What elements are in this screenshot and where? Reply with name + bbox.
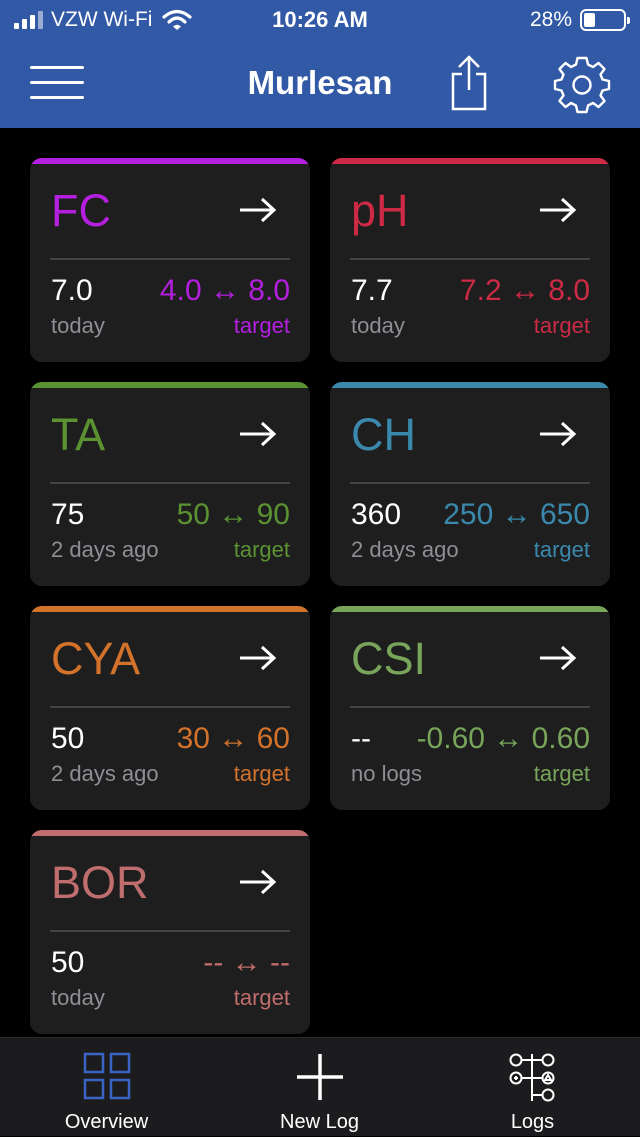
status-bar: VZW Wi-Fi 10:26 AM 28% (0, 0, 640, 40)
card-target-range: 50 ↔ 90 (176, 498, 290, 531)
card-accent (30, 382, 310, 388)
card-title: TA (51, 409, 106, 460)
divider (350, 258, 590, 260)
tab-label: Logs (510, 1111, 555, 1133)
arrow-right-icon (240, 197, 277, 223)
card-value: 75 (51, 498, 85, 531)
divider (350, 482, 590, 484)
grid-icon (83, 1052, 130, 1100)
battery-icon (580, 9, 630, 31)
card-target-range: 250 ↔ 650 (443, 498, 590, 531)
card-title: FC (51, 185, 111, 236)
card-target-range: -0.60 ↔ 0.60 (416, 722, 590, 755)
card-target-range: 7.2 ↔ 8.0 (459, 274, 590, 307)
divider (50, 706, 290, 708)
card-value: 7.0 (51, 274, 93, 307)
card-ch[interactable]: CH 360 250 ↔ 650 2 days ago target (330, 382, 610, 586)
card-target-label: target (233, 313, 290, 338)
card-accent (330, 158, 610, 164)
card-target-label: target (533, 761, 590, 786)
card-cya[interactable]: CYA 50 30 ↔ 60 2 days ago target (30, 606, 310, 810)
arrow-right-icon (540, 645, 577, 671)
card-target-label: target (233, 985, 290, 1010)
card-accent (30, 606, 310, 612)
card-title: BOR (51, 857, 149, 908)
card-value: -- (351, 722, 371, 755)
card-bor[interactable]: BOR 50 -- ↔ -- today target (30, 830, 310, 1034)
card-target-label: target (533, 313, 590, 338)
tab-label: New Log (280, 1111, 359, 1133)
card-target-label: target (533, 537, 590, 562)
tab-overview[interactable]: Overview (0, 1038, 213, 1137)
card-ph[interactable]: pH 7.7 7.2 ↔ 8.0 today target (330, 158, 610, 362)
card-target-range: 4.0 ↔ 8.0 (159, 274, 290, 307)
card-title: pH (351, 185, 409, 236)
card-last-log: today (51, 985, 105, 1010)
card-accent (330, 382, 610, 388)
logs-icon (509, 1053, 554, 1102)
card-title: CSI (351, 633, 427, 684)
card-title: CYA (51, 633, 141, 684)
divider (50, 930, 290, 932)
divider (50, 482, 290, 484)
page-title: Murlesan (247, 64, 393, 101)
card-target-label: target (233, 761, 290, 786)
arrow-right-icon (540, 421, 577, 447)
card-last-log: 2 days ago (51, 537, 159, 562)
tab-logs[interactable]: Logs (426, 1038, 639, 1137)
card-last-log: today (51, 313, 105, 338)
divider (350, 706, 590, 708)
gear-icon (553, 56, 611, 114)
app-header: VZW Wi-Fi 10:26 AM 28% Murlesan (0, 0, 640, 128)
card-target-range: -- ↔ -- (203, 946, 290, 979)
card-csi[interactable]: CSI -- -0.60 ↔ 0.60 no logs target (330, 606, 610, 810)
card-last-log: no logs (351, 761, 422, 786)
card-value: 50 (51, 722, 85, 755)
card-accent (30, 158, 310, 164)
tab-bar: Overview New Log Logs (0, 1037, 640, 1136)
card-value: 7.7 (351, 274, 393, 307)
card-accent (330, 606, 610, 612)
nav-bar: Murlesan (0, 40, 640, 128)
card-accent (30, 830, 310, 836)
arrow-right-icon (240, 645, 277, 671)
card-last-log: 2 days ago (351, 537, 459, 562)
share-button[interactable] (448, 54, 490, 112)
arrow-right-icon (540, 197, 577, 223)
card-title: CH (351, 409, 416, 460)
share-icon (451, 55, 487, 111)
divider (50, 258, 290, 260)
plus-icon (296, 1054, 343, 1100)
arrow-right-icon (240, 869, 277, 895)
card-last-log: today (351, 313, 405, 338)
battery-percent: 28% (529, 8, 572, 31)
arrow-right-icon (240, 421, 277, 447)
tab-label: Overview (64, 1111, 149, 1133)
card-value: 360 (351, 498, 402, 531)
card-last-log: 2 days ago (51, 761, 159, 786)
card-value: 50 (51, 946, 85, 979)
card-fc[interactable]: FC 7.0 4.0 ↔ 8.0 today target (30, 158, 310, 362)
tab-new-log[interactable]: New Log (213, 1038, 426, 1137)
settings-button[interactable] (552, 56, 612, 114)
card-ta[interactable]: TA 75 50 ↔ 90 2 days ago target (30, 382, 310, 586)
card-target-range: 30 ↔ 60 (176, 722, 290, 755)
card-target-label: target (233, 537, 290, 562)
